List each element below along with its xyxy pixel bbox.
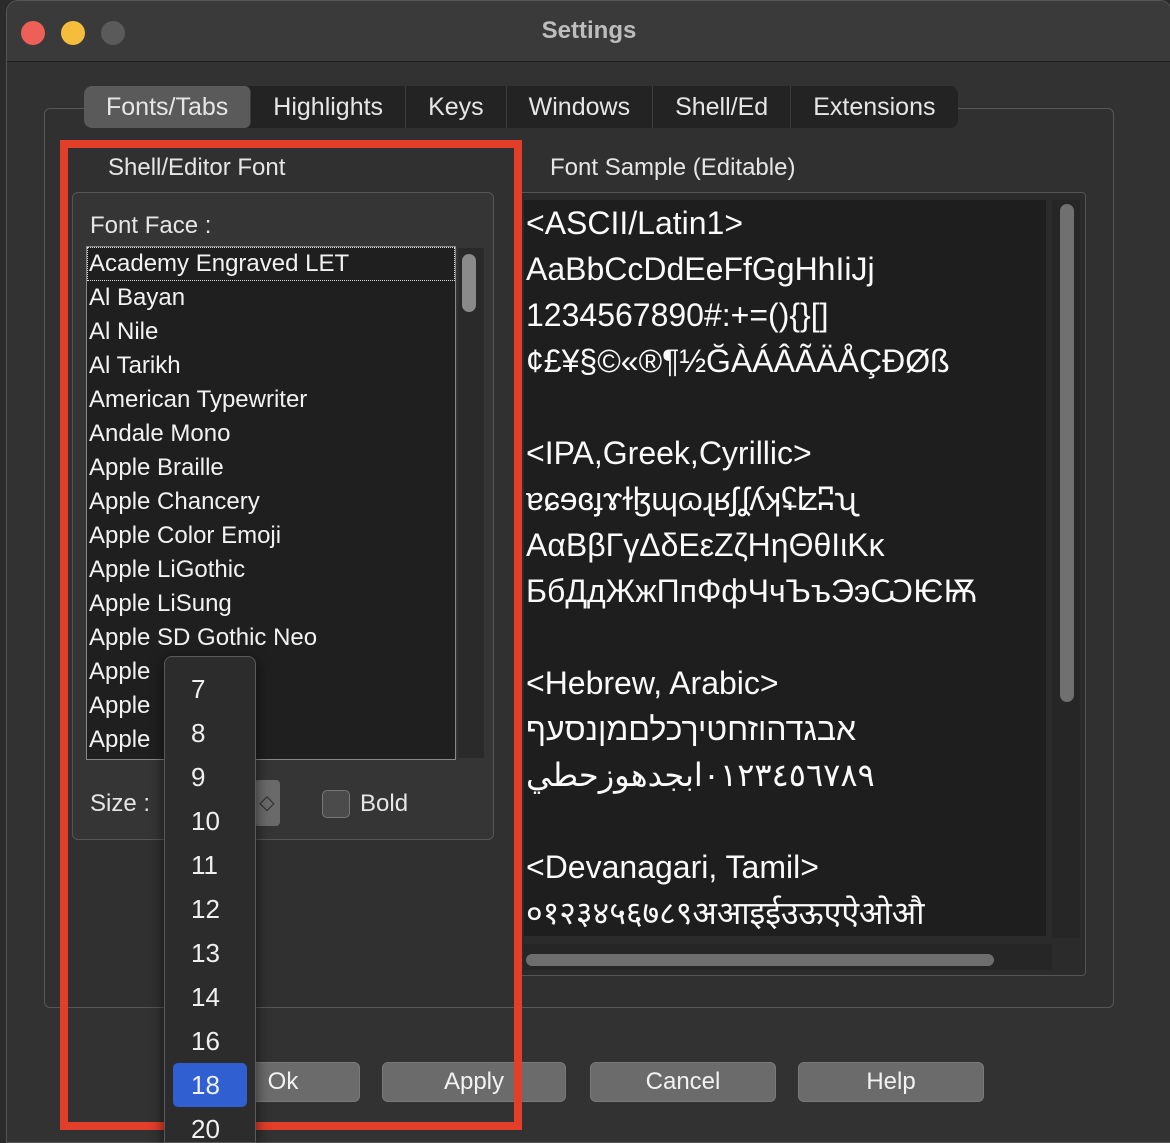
highlight-annotation-box (60, 140, 522, 1130)
tab-keys[interactable]: Keys (406, 86, 507, 128)
size-option[interactable]: 10 (165, 799, 255, 843)
size-option[interactable]: 14 (165, 975, 255, 1019)
font-sample-label: Font Sample (Editable) (550, 154, 796, 181)
size-option[interactable]: 12 (165, 887, 255, 931)
size-option[interactable]: 20 (165, 1107, 255, 1142)
sample-horizontal-scroll-thumb[interactable] (526, 954, 994, 966)
size-option[interactable]: 9 (165, 755, 255, 799)
tab-windows[interactable]: Windows (507, 86, 654, 128)
help-button[interactable]: Help (798, 1062, 984, 1102)
tab-extensions[interactable]: Extensions (791, 86, 957, 128)
size-option[interactable]: 16 (165, 1019, 255, 1063)
size-option[interactable]: 13 (165, 931, 255, 975)
size-option[interactable]: 7 (165, 667, 255, 711)
sample-vertical-scroll-thumb[interactable] (1060, 204, 1074, 702)
window-title: Settings (541, 17, 637, 44)
size-option-selected[interactable]: 18 (173, 1063, 247, 1107)
font-sample-text[interactable]: <ASCII/Latin1> AaBbCcDdEeFfGgHhIiJj 1234… (524, 200, 1046, 936)
tab-bar: Fonts/Tabs Highlights Keys Windows Shell… (84, 86, 958, 128)
size-option[interactable]: 8 (165, 711, 255, 755)
cancel-button[interactable]: Cancel (590, 1062, 776, 1102)
tab-shell-ed[interactable]: Shell/Ed (653, 86, 792, 128)
title-bar: Settings (7, 1, 1170, 62)
tab-fonts-tabs[interactable]: Fonts/Tabs (84, 86, 252, 128)
tab-highlights[interactable]: Highlights (251, 86, 407, 128)
size-option[interactable]: 11 (165, 843, 255, 887)
size-dropdown-menu[interactable]: 7 8 9 10 11 12 13 14 16 18 20 (164, 656, 256, 1143)
